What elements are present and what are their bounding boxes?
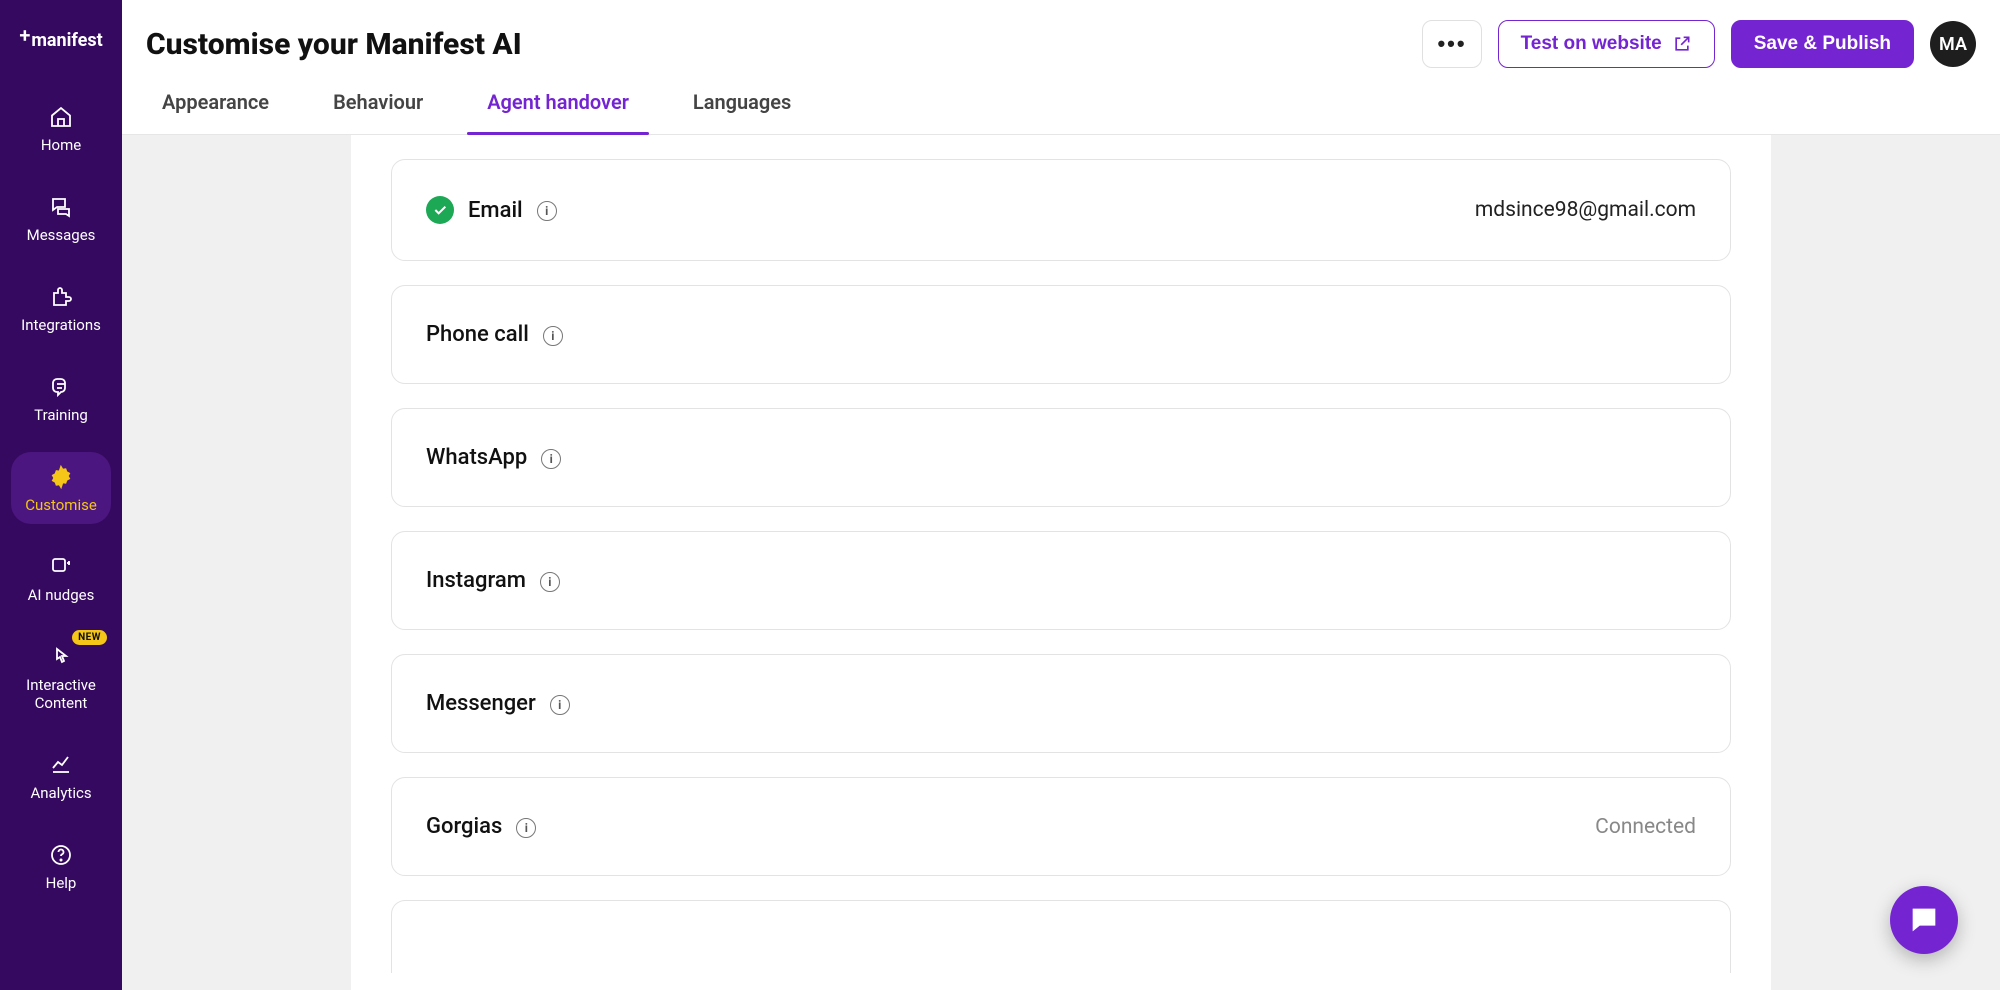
- help-icon: [48, 842, 74, 868]
- channel-card-messenger[interactable]: Messenger i: [391, 654, 1731, 753]
- sidebar-item-integrations[interactable]: Integrations: [11, 272, 111, 344]
- info-icon[interactable]: i: [541, 449, 561, 469]
- info-icon[interactable]: i: [543, 326, 563, 346]
- info-icon[interactable]: i: [550, 695, 570, 715]
- info-icon[interactable]: i: [540, 572, 560, 592]
- brain-icon: [48, 374, 74, 400]
- avatar-initials: MA: [1939, 34, 1967, 55]
- more-icon: •••: [1437, 31, 1466, 57]
- save-publish-button[interactable]: Save & Publish: [1731, 20, 1914, 68]
- sidebar-item-label: Home: [41, 136, 81, 154]
- new-badge: NEW: [72, 630, 107, 645]
- tab-label: Languages: [693, 90, 791, 114]
- sidebar-item-label: Analytics: [30, 784, 91, 802]
- chart-icon: [48, 752, 74, 778]
- channel-value: mdsince98@gmail.com: [1475, 198, 1696, 222]
- sidebar-item-customise[interactable]: Customise: [11, 452, 111, 524]
- sidebar-item-label: AI nudges: [28, 586, 95, 604]
- tab-label: Appearance: [162, 90, 269, 114]
- channel-label: Gorgias: [426, 814, 502, 839]
- tab-behaviour[interactable]: Behaviour: [329, 84, 427, 134]
- sidebar-item-home[interactable]: Home: [11, 92, 111, 164]
- sidebar-item-messages[interactable]: Messages: [11, 182, 111, 254]
- channel-card-phone[interactable]: Phone call i: [391, 285, 1731, 384]
- channel-value: Connected: [1595, 815, 1696, 839]
- pointer-icon: [48, 644, 74, 670]
- sidebar-item-analytics[interactable]: Analytics: [11, 740, 111, 812]
- content-scroll[interactable]: Email i mdsince98@gmail.com Phone call i…: [122, 135, 2000, 990]
- tab-agent-handover[interactable]: Agent handover: [483, 84, 633, 134]
- home-icon: [48, 104, 74, 130]
- channel-label: Email: [468, 198, 523, 223]
- tab-label: Behaviour: [333, 90, 423, 114]
- brand-plus-icon: +: [19, 23, 30, 47]
- tabs: Appearance Behaviour Agent handover Lang…: [146, 84, 1976, 134]
- sidebar-item-label: Interactive Content: [15, 676, 107, 712]
- channels-panel: Email i mdsince98@gmail.com Phone call i…: [351, 135, 1771, 990]
- brand-name: manifest: [31, 30, 102, 51]
- check-icon: [426, 196, 454, 224]
- channel-card-whatsapp[interactable]: WhatsApp i: [391, 408, 1731, 507]
- sidebar-item-label: Training: [34, 406, 88, 424]
- nudge-icon: [48, 554, 74, 580]
- publish-button-label: Save & Publish: [1754, 33, 1891, 55]
- topbar-actions: ••• Test on website Save & Publish MA: [1422, 20, 1976, 68]
- avatar[interactable]: MA: [1930, 21, 1976, 67]
- channel-label: Instagram: [426, 568, 526, 593]
- test-on-website-button[interactable]: Test on website: [1498, 20, 1715, 68]
- messages-icon: [48, 194, 74, 220]
- channel-card-instagram[interactable]: Instagram i: [391, 531, 1731, 630]
- channel-label: Messenger: [426, 691, 536, 716]
- info-icon[interactable]: i: [516, 818, 536, 838]
- more-button[interactable]: •••: [1422, 20, 1481, 68]
- sidebar-item-label: Customise: [25, 496, 97, 514]
- gear-icon: [48, 464, 74, 490]
- page-title: Customise your Manifest AI: [146, 27, 522, 62]
- brand-logo: + manifest: [19, 28, 102, 52]
- info-icon[interactable]: i: [537, 201, 557, 221]
- channel-card-extra[interactable]: [391, 900, 1731, 973]
- channel-card-gorgias[interactable]: Gorgias i Connected: [391, 777, 1731, 876]
- chat-launcher-button[interactable]: [1890, 886, 1958, 954]
- tab-label: Agent handover: [487, 90, 629, 114]
- sidebar-item-label: Integrations: [21, 316, 101, 334]
- sidebar-item-label: Messages: [27, 226, 96, 244]
- puzzle-icon: [48, 284, 74, 310]
- tab-languages[interactable]: Languages: [689, 84, 795, 134]
- test-button-label: Test on website: [1521, 33, 1662, 55]
- sidebar: + manifest Home Messages Integrations: [0, 0, 122, 990]
- tab-appearance[interactable]: Appearance: [158, 84, 273, 134]
- channel-card-email[interactable]: Email i mdsince98@gmail.com: [391, 159, 1731, 261]
- external-link-icon: [1672, 34, 1692, 54]
- chat-icon: [1907, 903, 1941, 937]
- sidebar-item-training[interactable]: Training: [11, 362, 111, 434]
- topbar: Customise your Manifest AI ••• Test on w…: [122, 0, 2000, 135]
- main-area: Customise your Manifest AI ••• Test on w…: [122, 0, 2000, 990]
- channel-label: WhatsApp: [426, 445, 527, 470]
- channel-label: Phone call: [426, 322, 529, 347]
- sidebar-item-help[interactable]: Help: [11, 830, 111, 902]
- sidebar-item-ai-nudges[interactable]: AI nudges: [11, 542, 111, 614]
- sidebar-item-label: Help: [46, 874, 77, 892]
- sidebar-item-interactive-content[interactable]: NEW Interactive Content: [11, 632, 111, 722]
